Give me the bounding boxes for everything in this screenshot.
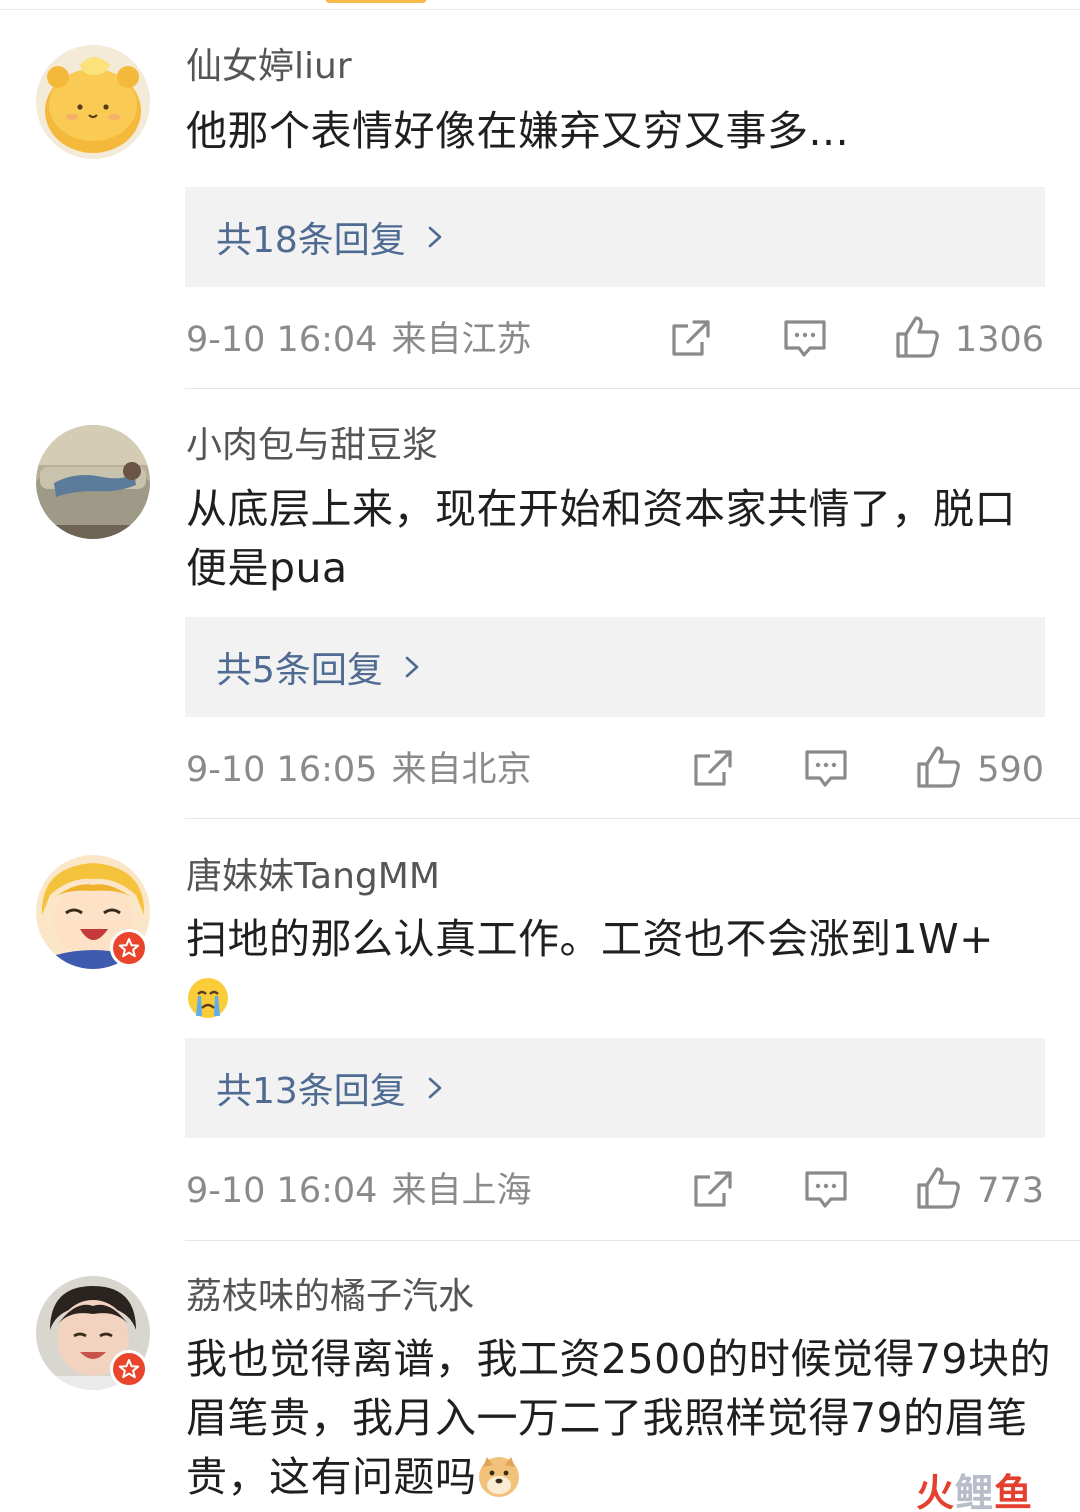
like-button[interactable]: [894, 314, 940, 360]
crying-face-icon: [186, 976, 230, 1020]
view-replies-button[interactable]: 共5条回复: [185, 617, 1045, 717]
thumbs-up-icon: [917, 1167, 960, 1209]
reply-count-label: 共5条回复: [216, 650, 383, 691]
comment-meta: 9-10 16:05 来自北京: [186, 748, 531, 792]
username[interactable]: 仙女婷liur: [186, 45, 352, 89]
share-button[interactable]: [690, 746, 736, 792]
timestamp: 9-10 16:05: [186, 750, 378, 790]
comment-divider: [185, 818, 1080, 819]
like-count: 590: [977, 750, 1044, 790]
like-button[interactable]: [915, 1165, 961, 1211]
star-icon: [118, 1359, 140, 1379]
reply-count-label: 共13条回复: [216, 1071, 406, 1112]
chevron-right-icon: [428, 1077, 442, 1099]
comment-button[interactable]: [803, 1167, 849, 1213]
like-count: 773: [977, 1171, 1044, 1211]
username[interactable]: 小肉包与甜豆浆: [186, 424, 438, 468]
view-replies-button[interactable]: 共18条回复: [185, 187, 1045, 287]
comment-text: 从底层上来，现在开始和资本家共情了，脱口便是pua: [186, 485, 1016, 592]
chevron-right-icon: [405, 656, 419, 678]
username[interactable]: 唐妹妹TangMM: [186, 855, 440, 899]
avatar[interactable]: [36, 425, 150, 539]
chevron-right-icon: [428, 226, 442, 248]
top-divider: [0, 0, 1080, 10]
location: 来自上海: [391, 1171, 532, 1211]
doge-face-icon: [477, 1455, 521, 1499]
comment-meta: 9-10 16:04 来自江苏: [186, 318, 531, 362]
location: 来自北京: [391, 750, 532, 790]
reply-count-label: 共18条回复: [216, 220, 406, 261]
comment-button[interactable]: [803, 746, 849, 792]
share-icon: [694, 750, 732, 786]
like-button[interactable]: [915, 744, 961, 790]
comment-text-body: 扫地的那么认真工作。工资也不会涨到1W+: [186, 915, 994, 963]
timestamp: 9-10 16:04: [186, 1171, 378, 1211]
avatar[interactable]: [36, 45, 150, 159]
share-button[interactable]: [668, 316, 714, 362]
sofa-photo-avatar-icon: [36, 425, 150, 539]
view-replies-button[interactable]: 共13条回复: [185, 1038, 1045, 1138]
yellow-bear-avatar-icon: [36, 45, 150, 159]
thumbs-up-icon: [917, 746, 960, 788]
verified-badge: [110, 929, 148, 967]
comment-icon: [784, 320, 826, 357]
timestamp: 9-10 16:04: [186, 320, 378, 360]
comment-icon: [805, 750, 847, 787]
comment-icon: [805, 1171, 847, 1208]
location: 来自江苏: [391, 320, 532, 360]
comment-meta: 9-10 16:04 来自上海: [186, 1169, 531, 1213]
verified-badge: [110, 1350, 148, 1388]
username[interactable]: 荔枝味的橘子汽水: [186, 1275, 474, 1319]
share-button[interactable]: [690, 1167, 736, 1213]
brand-watermark: 火鲤鱼: [916, 1471, 1034, 1512]
like-count: 1306: [954, 320, 1044, 360]
thumbs-up-icon: [896, 316, 939, 358]
share-icon: [694, 1171, 732, 1207]
active-tab-indicator: [326, 0, 426, 3]
comment-text: 扫地的那么认真工作。工资也不会涨到1W+: [186, 910, 1056, 1028]
star-icon: [118, 938, 140, 958]
share-icon: [672, 320, 710, 356]
comment-divider: [185, 1240, 1080, 1241]
comment-text: 他那个表情好像在嫌弃又穷又事多...: [186, 107, 850, 155]
comment-button[interactable]: [782, 316, 828, 362]
comment-divider: [185, 388, 1080, 389]
